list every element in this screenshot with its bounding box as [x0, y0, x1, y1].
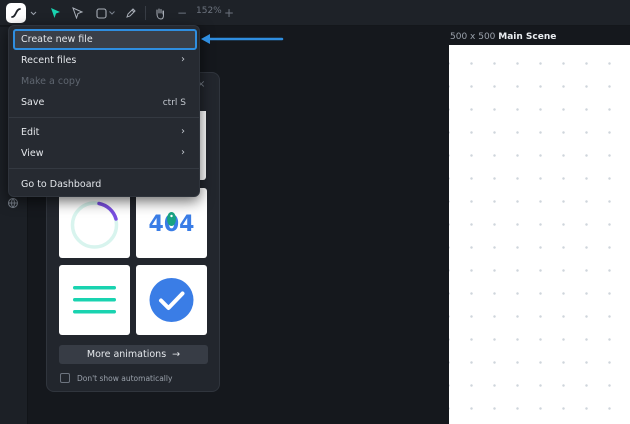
- top-toolbar: − 152% +: [0, 0, 630, 26]
- menu-item-view[interactable]: View ›: [13, 143, 197, 164]
- animation-tile-check[interactable]: [136, 265, 207, 335]
- annotation-arrow-icon: [201, 34, 284, 44]
- loading-ring-icon: [70, 201, 119, 249]
- zoom-out-button[interactable]: −: [176, 3, 188, 23]
- scene-name[interactable]: Main Scene: [498, 32, 556, 42]
- zoom-level[interactable]: 152%: [196, 6, 222, 16]
- chevron-down-icon: [30, 11, 36, 15]
- shape-tool-chevron[interactable]: [108, 3, 116, 23]
- dont-show-checkbox[interactable]: [60, 373, 70, 383]
- arrow-right-icon: →: [172, 349, 181, 360]
- chevron-right-icon: ›: [181, 147, 185, 158]
- artboard-label: 500 x 500 Main Scene: [450, 32, 556, 42]
- artboard[interactable]: [449, 45, 630, 424]
- menu-item-label: Make a copy: [21, 76, 81, 87]
- toolbar-divider: [145, 6, 146, 20]
- chevron-right-icon: ›: [181, 126, 185, 137]
- menu-item-edit[interactable]: Edit ›: [13, 122, 197, 143]
- more-animations-label: More animations: [86, 349, 167, 360]
- pen-tool[interactable]: [123, 3, 139, 23]
- menu-item-save[interactable]: Save ctrl S: [13, 92, 197, 113]
- main-menu-button[interactable]: [6, 3, 26, 23]
- menu-item-make-a-copy: Make a copy: [13, 71, 197, 92]
- dont-show-option[interactable]: Don't show automatically: [60, 373, 172, 383]
- animation-tile-404[interactable]: 404: [136, 188, 207, 258]
- check-circle-icon: [149, 278, 194, 322]
- dont-show-label: Don't show automatically: [77, 373, 173, 383]
- animation-tile-loading[interactable]: [59, 188, 130, 258]
- zoom-in-button[interactable]: +: [223, 3, 235, 23]
- more-animations-button[interactable]: More animations →: [59, 345, 208, 364]
- menu-item-go-to-dashboard[interactable]: Go to Dashboard: [13, 174, 197, 195]
- menu-item-label: Save: [21, 97, 45, 108]
- main-menu-dropdown: Create new file Recent files › Make a co…: [8, 25, 200, 197]
- direct-select-tool[interactable]: [69, 3, 87, 23]
- 404-zero-face-icon: [167, 212, 176, 226]
- hand-icon: [156, 8, 164, 20]
- rectangle-icon: [95, 7, 107, 19]
- pen-icon: [126, 8, 136, 18]
- chevron-right-icon: ›: [181, 54, 185, 65]
- menu-item-label: Recent files: [21, 55, 77, 66]
- animation-tile-menu-lines[interactable]: [59, 265, 130, 335]
- chevron-down-icon: [109, 11, 115, 15]
- menu-item-label: View: [21, 148, 44, 159]
- menu-item-recent-files[interactable]: Recent files ›: [13, 50, 197, 71]
- menu-item-shortcut: ctrl S: [162, 97, 186, 108]
- menu-lines-icon: [73, 286, 116, 314]
- menu-item-label: Create new file: [21, 34, 93, 45]
- direct-select-icon: [72, 7, 84, 19]
- logo-icon: [11, 8, 21, 18]
- hand-tool[interactable]: [152, 3, 168, 23]
- main-menu-chevron[interactable]: [28, 3, 38, 23]
- menu-item-label: Go to Dashboard: [21, 179, 102, 190]
- select-arrow-icon: [50, 8, 60, 18]
- select-tool[interactable]: [46, 3, 64, 23]
- menu-separator: [9, 117, 199, 118]
- globe-icon[interactable]: [7, 197, 19, 209]
- menu-item-create-new-file[interactable]: Create new file: [13, 29, 197, 50]
- menu-separator: [9, 168, 199, 169]
- menu-item-label: Edit: [21, 127, 40, 138]
- artboard-size: 500 x 500: [450, 32, 496, 42]
- shape-tool[interactable]: [93, 3, 109, 23]
